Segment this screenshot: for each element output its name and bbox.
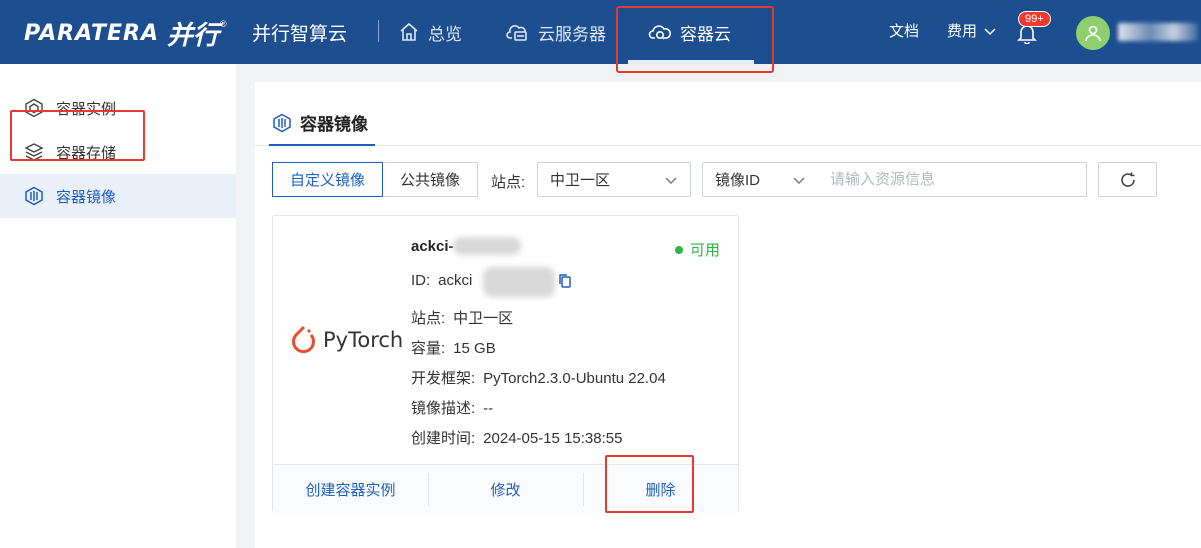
image-type-tabs: 自定义镜像 公共镜像 — [272, 162, 479, 197]
framework-label: 开发框架: — [411, 370, 476, 387]
fees-label: 费用 — [947, 23, 978, 40]
logo-text-en: PARATERA — [24, 20, 159, 46]
image-id-redacted — [483, 267, 555, 297]
container-cloud-icon — [648, 25, 671, 40]
notification-badge: 99+ — [1018, 11, 1051, 27]
site-select-value: 中卫一区 — [550, 172, 611, 189]
info-row-capacity: 容量: 15 GB — [411, 337, 496, 358]
info-row-id: ID: ackci — [411, 272, 472, 289]
capacity-label: 容量: — [411, 340, 446, 357]
status-text: 可用 — [690, 242, 721, 259]
edit-button[interactable]: 修改 — [428, 465, 583, 513]
status-dot — [675, 245, 683, 254]
description-value: -- — [483, 400, 494, 417]
description-label: 镜像描述: — [411, 400, 476, 417]
site-select[interactable]: 中卫一区 — [537, 162, 691, 197]
delete-button[interactable]: 删除 — [583, 465, 738, 513]
pytorch-logo-text: PyTorch — [323, 328, 404, 352]
create-instance-button[interactable]: 创建容器实例 — [273, 465, 428, 513]
user-name-redacted[interactable] — [1118, 23, 1198, 41]
section-title: 容器镜像 — [272, 110, 368, 135]
filter-type-select[interactable]: 镜像ID — [702, 162, 819, 197]
nav-item-container-cloud[interactable]: 容器云 — [648, 18, 731, 46]
nav-item-overview[interactable]: 总览 — [398, 18, 462, 46]
capacity-value: 15 GB — [453, 340, 496, 357]
home-icon — [400, 22, 418, 41]
container-instance-icon — [25, 98, 43, 118]
logo-registered-mark: ® — [220, 19, 227, 29]
chevron-down-icon — [793, 177, 805, 184]
avatar[interactable] — [1076, 16, 1110, 50]
image-name: ackci- — [411, 238, 454, 255]
sidebar-item-container-image[interactable]: 容器镜像 — [0, 174, 236, 218]
nav-label-overview: 总览 — [428, 24, 462, 44]
chevron-down-icon — [984, 27, 996, 35]
sidebar-item-container-storage[interactable]: 容器存储 — [0, 130, 236, 174]
id-value: ackci — [438, 272, 473, 289]
pytorch-flame-icon — [292, 325, 315, 354]
container-image-icon — [273, 113, 291, 132]
pytorch-logo: PyTorch — [289, 324, 403, 356]
layers-icon — [24, 143, 44, 161]
site-info-label: 站点: — [411, 310, 446, 327]
cloud-server-icon — [506, 25, 527, 41]
site-info-value: 中卫一区 — [453, 310, 514, 327]
site-label: 站点: — [491, 174, 526, 191]
nav-label-cloud-server: 云服务器 — [538, 24, 606, 44]
card-actions: 创建容器实例 修改 删除 — [273, 464, 738, 513]
tab-custom-image[interactable]: 自定义镜像 — [272, 162, 384, 197]
id-label: ID: — [411, 272, 431, 289]
framework-value: PyTorch2.3.0-Ubuntu 22.04 — [483, 370, 666, 387]
created-label: 创建时间: — [411, 430, 476, 447]
tab-public-image[interactable]: 公共镜像 — [383, 162, 479, 197]
nav-label-container-cloud: 容器云 — [680, 24, 731, 44]
sidebar-item-label: 容器实例 — [56, 100, 117, 118]
docs-link[interactable]: 文档 — [889, 20, 919, 41]
top-navigation-bar: PARATERA 并行 ® 并行智算云 总览 云服务器 容器云 文档 费用 99… — [0, 0, 1201, 64]
nav-item-cloud-server[interactable]: 云服务器 — [506, 18, 606, 46]
info-row-description: 镜像描述: -- — [411, 397, 493, 418]
created-value: 2024-05-15 15:38:55 — [483, 430, 623, 447]
copy-icon[interactable] — [558, 273, 572, 289]
sidebar: 容器实例 容器存储 容器镜像 — [0, 64, 236, 548]
page-title: 容器镜像 — [300, 115, 368, 134]
sidebar-item-container-instance[interactable]: 容器实例 — [0, 86, 236, 130]
fees-menu[interactable]: 费用 — [947, 20, 997, 41]
info-row-framework: 开发框架: PyTorch2.3.0-Ubuntu 22.04 — [411, 367, 666, 388]
container-image-icon — [25, 186, 43, 206]
section-divider — [255, 145, 1201, 146]
nav-divider — [378, 20, 379, 42]
paratera-logo[interactable]: PARATERA 并行 ® — [24, 18, 227, 51]
info-row-site: 站点: 中卫一区 — [411, 307, 513, 328]
brand-name: 并行智算云 — [252, 24, 348, 45]
sidebar-item-label: 容器存储 — [56, 144, 117, 162]
filter-type-value: 镜像ID — [715, 172, 761, 189]
image-card: PyTorch ackci- 可用 ID: ackci 站点: 中卫一区 容量: 15… — [272, 215, 739, 513]
refresh-button[interactable] — [1098, 162, 1157, 197]
info-row-created: 创建时间: 2024-05-15 15:38:55 — [411, 427, 622, 448]
main-panel: 容器镜像 自定义镜像 公共镜像 站点: 中卫一区 镜像ID PyTorch ac… — [255, 82, 1201, 548]
active-nav-underline — [628, 60, 754, 64]
user-icon — [1085, 25, 1101, 42]
chevron-down-icon — [665, 177, 677, 184]
refresh-icon — [1120, 172, 1135, 187]
logo-text-cn: 并行 — [167, 20, 220, 51]
status-badge: 可用 — [675, 239, 720, 260]
image-name-redacted — [453, 237, 521, 255]
section-title-underline — [269, 144, 375, 146]
sidebar-item-label: 容器镜像 — [56, 188, 117, 206]
search-input[interactable] — [818, 162, 1087, 197]
